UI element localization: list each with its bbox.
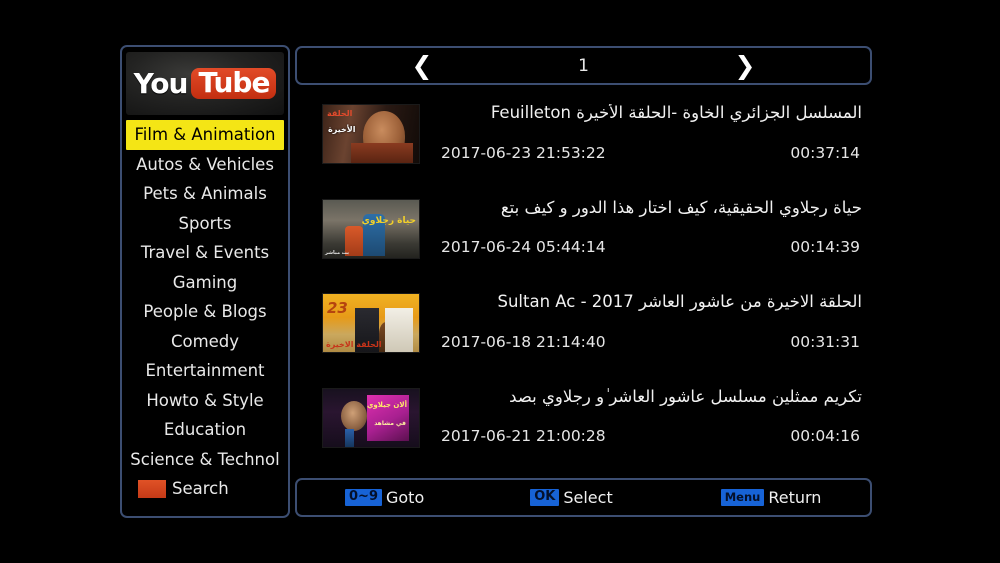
video-info: المسلسل الجزائري الخاوة -الحلقة الأخيرة …: [438, 104, 866, 162]
key-badge-numeric: 0~9: [345, 488, 382, 507]
chevron-right-icon[interactable]: ❯: [715, 53, 775, 78]
video-duration: 00:37:14: [790, 143, 860, 162]
sidebar-item-film-animation[interactable]: Film & Animation: [126, 120, 284, 150]
video-duration: 00:14:39: [790, 238, 860, 257]
thumbnail-image: [323, 200, 419, 258]
video-title: المسلسل الجزائري الخاوة -الحلقة الأخيرة …: [490, 104, 862, 122]
sidebar-item-pets-animals[interactable]: Pets & Animals: [126, 179, 284, 209]
sidebar-item-search[interactable]: Search: [126, 474, 284, 504]
video-thumbnail[interactable]: الحلقة الأخيرة: [322, 104, 420, 164]
video-meta: 2017-06-18 21:14:40 00:31:31: [438, 333, 866, 351]
category-list: Film & Animation Autos & Vehicles Pets &…: [126, 120, 284, 512]
sidebar-item-label: Comedy: [170, 331, 240, 351]
video-date: 2017-06-24 05:44:14: [441, 238, 606, 257]
sidebar-item-label: Autos & Vehicles: [136, 154, 274, 174]
sidebar-item-comedy[interactable]: Comedy: [126, 327, 284, 357]
sidebar-item-education[interactable]: Education: [126, 415, 284, 445]
sidebar-item-entertainment[interactable]: Entertainment: [126, 356, 284, 386]
video-list-item[interactable]: حياة رجلاوي بث مباشر حياة رجلاوي الحقيقي…: [301, 188, 866, 283]
key-badge-ok: OK: [530, 488, 560, 507]
video-list-item[interactable]: ألان جيلاوي في مشاهد تكريم ممثلين مسلسل …: [301, 377, 866, 472]
sidebar-item-science-technology[interactable]: Science & Technol: [126, 445, 284, 475]
thumbnail-overlay-text-bottom: في مشاهد: [374, 419, 406, 427]
video-date: 2017-06-18 21:14:40: [441, 332, 606, 351]
thumbnail-figure-tertiary: [385, 308, 413, 352]
sidebar-item-howto-style[interactable]: Howto & Style: [126, 386, 284, 416]
youtube-logo-you-text: You: [133, 67, 189, 100]
sidebar-item-label: Sports: [178, 213, 232, 233]
video-meta: 2017-06-24 05:44:14 00:14:39: [438, 238, 866, 256]
sidebar-item-autos-vehicles[interactable]: Autos & Vehicles: [126, 150, 284, 180]
youtube-logo-graphic: You Tube: [134, 67, 277, 100]
hint-return[interactable]: Menu Return: [720, 488, 822, 507]
youtube-logo: You Tube: [126, 52, 284, 115]
thumbnail-overlay-text-bottom: الحلقة الاخيرة: [326, 339, 382, 349]
video-date: 2017-06-21 21:00:28: [441, 427, 606, 446]
sidebar-item-label: Howto & Style: [146, 390, 264, 410]
search-swatch-icon: [138, 479, 166, 498]
video-thumbnail[interactable]: ألان جيلاوي في مشاهد: [322, 387, 420, 448]
sidebar-item-label: Entertainment: [145, 361, 265, 380]
thumbnail-overlay-text-top: الحلقة: [327, 109, 353, 118]
video-info: تكريم ممثلين مسلسل عاشور العاشر ٰو رجلاو…: [438, 388, 866, 446]
video-info: حياة رجلاوي الحقيقية، كيف اختار هذا الدو…: [438, 199, 866, 257]
sidebar-item-label: Education: [163, 420, 247, 439]
thumbnail-overlay-text-main: ألان جيلاوي: [366, 400, 407, 409]
thumbnail-microphone: [345, 428, 354, 447]
chevron-left-icon[interactable]: ❮: [392, 53, 452, 78]
category-sidebar: You Tube Film & Animation Autos & Vehicle…: [120, 45, 290, 518]
video-meta: 2017-06-23 21:53:22 00:37:14: [438, 144, 866, 162]
page-number: 1: [578, 55, 589, 76]
video-list-item[interactable]: 23 الحلقة الاخيرة الحلقة الاخيرة من عاشو…: [301, 282, 866, 377]
hint-label: Return: [768, 488, 822, 507]
sidebar-item-label: Pets & Animals: [143, 184, 267, 203]
video-title: الحلقة الاخيرة من عاشور العاشر Sultan Ac…: [497, 293, 863, 311]
sidebar-item-travel-events[interactable]: Travel & Events: [126, 238, 284, 268]
key-badge-menu: Menu: [720, 488, 765, 507]
thumbnail-figure-body: [351, 143, 413, 163]
sidebar-item-people-blogs[interactable]: People & Blogs: [126, 297, 284, 327]
sidebar-item-label: People & Blogs: [143, 302, 267, 321]
sidebar-item-label: Science & Technol: [130, 449, 280, 469]
thumbnail-overlay-text-main: حياة رجلاوي: [361, 215, 416, 226]
hint-goto[interactable]: 0~9 Goto: [345, 488, 424, 507]
video-thumbnail[interactable]: حياة رجلاوي بث مباشر: [322, 198, 420, 259]
thumbnail-overlay-text-main: الأخيرة: [328, 125, 356, 134]
thumbnail-overlay-text-main: 23: [327, 299, 348, 317]
stb-youtube-screen: You Tube Film & Animation Autos & Vehicle…: [0, 0, 1000, 563]
sidebar-item-label: Gaming: [172, 272, 238, 292]
video-thumbnail[interactable]: 23 الحلقة الاخيرة: [322, 293, 420, 353]
video-title: تكريم ممثلين مسلسل عاشور العاشر ٰو رجلاو…: [509, 387, 862, 406]
sidebar-item-label: Travel & Events: [140, 243, 270, 262]
sidebar-item-label: Search: [172, 479, 229, 498]
video-title: حياة رجلاوي الحقيقية، كيف اختار هذا الدو…: [500, 198, 862, 217]
thumbnail-image: [323, 389, 419, 447]
video-duration: 00:31:31: [790, 332, 860, 351]
pagination-bar: ❮ 1 ❯: [295, 46, 872, 85]
sidebar-item-gaming[interactable]: Gaming: [126, 268, 284, 298]
youtube-logo-tube-text: Tube: [191, 67, 277, 100]
sidebar-item-sports[interactable]: Sports: [126, 209, 284, 239]
thumbnail-overlay-text-bottom: بث مباشر: [325, 249, 349, 256]
video-meta: 2017-06-21 21:00:28 00:04:16: [438, 427, 866, 445]
video-duration: 00:04:16: [790, 427, 860, 446]
key-hint-bar: 0~9 Goto OK Select Menu Return: [295, 478, 872, 517]
video-list: الحلقة الأخيرة المسلسل الجزائري الخاوة -…: [295, 93, 872, 471]
sidebar-item-label: Film & Animation: [134, 125, 276, 144]
video-date: 2017-06-23 21:53:22: [441, 143, 606, 162]
video-info: الحلقة الاخيرة من عاشور العاشر Sultan Ac…: [438, 293, 866, 351]
thumbnail-figure: [341, 400, 367, 431]
video-list-item[interactable]: الحلقة الأخيرة المسلسل الجزائري الخاوة -…: [301, 93, 866, 188]
hint-label: Select: [563, 488, 613, 507]
hint-select[interactable]: OK Select: [530, 488, 613, 507]
hint-label: Goto: [385, 488, 425, 507]
